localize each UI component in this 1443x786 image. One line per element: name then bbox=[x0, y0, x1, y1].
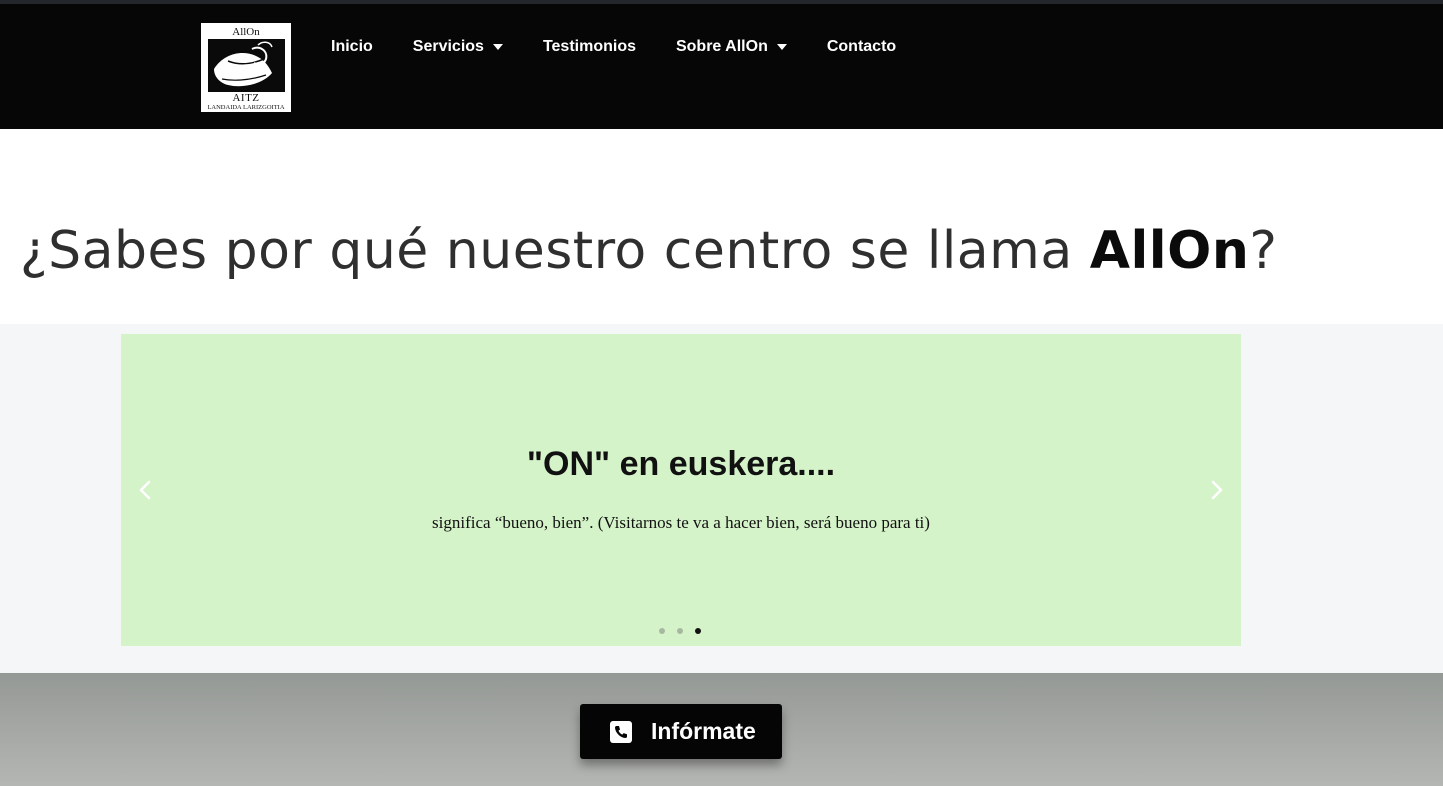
slider-pagination bbox=[659, 628, 713, 634]
nav-item-contacto[interactable]: Contacto bbox=[827, 38, 896, 56]
nav-item-label: Servicios bbox=[412, 38, 484, 55]
slider-dot-1[interactable] bbox=[659, 628, 665, 634]
slide-title: "ON" en euskera.... bbox=[526, 445, 836, 483]
informate-label: Infórmate bbox=[651, 718, 756, 744]
informate-button[interactable]: Infórmate bbox=[580, 704, 782, 759]
slider-next-button[interactable] bbox=[1205, 474, 1229, 506]
nav-item-label: Contacto bbox=[826, 38, 897, 55]
chevron-right-icon bbox=[1211, 480, 1223, 500]
nav-item-sobre-allon[interactable]: Sobre AllOn bbox=[676, 38, 787, 56]
slider-dot-2[interactable] bbox=[677, 628, 683, 634]
logo-mark-text: AITZ bbox=[232, 92, 260, 104]
caret-down-icon bbox=[492, 44, 503, 50]
site-logo[interactable]: AllOn AITZ LANDAIDA LARIZGOITIA bbox=[201, 23, 291, 112]
page-headline: ¿Sabes por qué nuestro centro se llama A… bbox=[20, 218, 1420, 284]
main-nav: Inicio Servicios Testimonios Sobre AllOn… bbox=[331, 38, 936, 56]
logo-emblem bbox=[208, 39, 285, 92]
headline-emphasis: AllOn bbox=[1089, 221, 1250, 281]
nav-item-testimonios[interactable]: Testimonios bbox=[543, 38, 636, 56]
logo-top-text: AllOn bbox=[232, 26, 260, 38]
nav-item-label: Inicio bbox=[331, 38, 373, 55]
site-header: AllOn AITZ LANDAIDA LARIZGOITIA Inicio S… bbox=[0, 4, 1443, 129]
nav-item-inicio[interactable]: Inicio bbox=[331, 38, 373, 56]
headline-suffix: ? bbox=[1249, 221, 1278, 281]
slider-slide: "ON" en euskera.... significa “bueno, bi… bbox=[121, 334, 1241, 646]
nav-item-label: Testimonios bbox=[542, 38, 636, 55]
slider-dot-3[interactable] bbox=[695, 628, 701, 634]
headline-prefix: ¿Sabes por qué nuestro centro se llama bbox=[20, 221, 1090, 281]
face-hands-icon bbox=[214, 41, 273, 87]
nav-item-servicios[interactable]: Servicios bbox=[413, 38, 503, 56]
logo-sub-text: LANDAIDA LARIZGOITIA bbox=[207, 104, 285, 111]
slide-text: significa “bueno, bien”. (Visitarnos te … bbox=[432, 513, 930, 532]
phone-icon bbox=[610, 720, 632, 743]
nav-item-label: Sobre AllOn bbox=[675, 38, 768, 55]
caret-down-icon bbox=[776, 44, 787, 50]
